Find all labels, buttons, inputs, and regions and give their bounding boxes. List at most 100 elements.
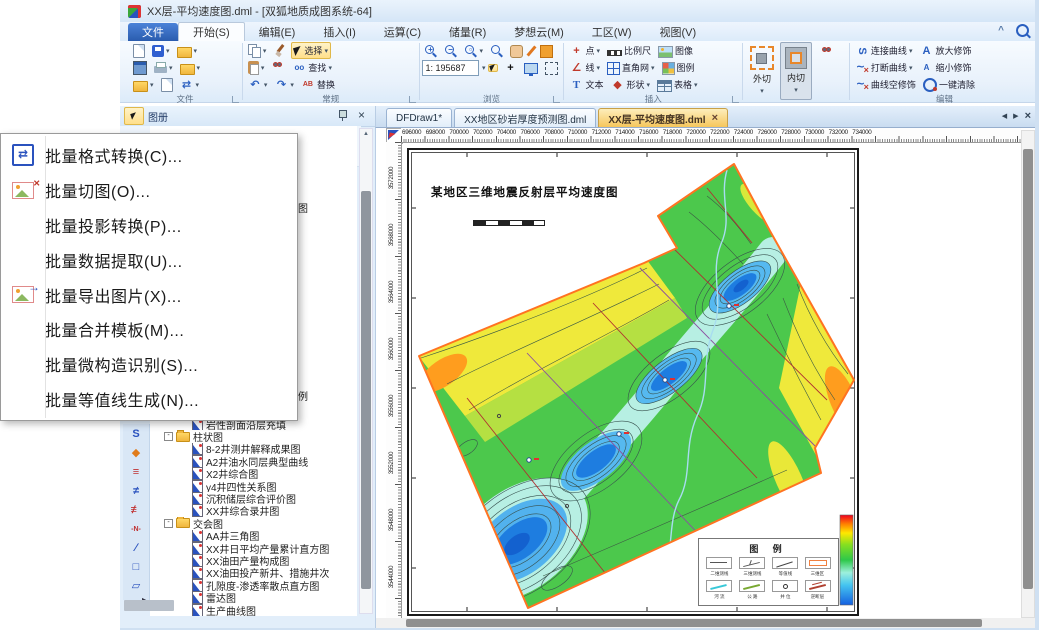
context-menu-item-7[interactable]: 批量微构造识别(S)...	[1, 347, 297, 382]
select-mode-button[interactable]	[488, 64, 498, 72]
menu-tab-5[interactable]: 储量(R)	[435, 22, 500, 42]
new-document-button[interactable]	[131, 43, 147, 59]
screen-fit-button[interactable]	[522, 60, 540, 75]
canvas-vscroll-thumb[interactable]	[1023, 149, 1033, 589]
redo-button[interactable]: ↷▾	[272, 77, 296, 93]
crosshair-button[interactable]: +	[501, 60, 519, 76]
replace-button[interactable]: AB替换	[299, 77, 337, 93]
scale-input[interactable]: 1: 195687	[422, 60, 478, 76]
tree-scroll-thumb[interactable]	[361, 191, 371, 589]
zoom-tool-icon[interactable]	[1016, 24, 1029, 37]
shrink-decor-button[interactable]: A缩小修饰	[917, 60, 973, 76]
spline-tool-icon[interactable]: S	[126, 426, 146, 443]
document-tab-2[interactable]: XX地区砂岩厚度预测图.dml	[454, 108, 596, 127]
insert-shape-button[interactable]: ◆形状▾	[608, 77, 652, 93]
menu-tab-3[interactable]: 插入(I)	[309, 22, 369, 42]
layer-table-icon[interactable]: ≡	[126, 464, 146, 481]
clip-cut-button[interactable]	[814, 42, 846, 100]
insert-scalebar-button[interactable]: 比例尺	[605, 43, 653, 58]
tree-item[interactable]: X2井综合图	[150, 468, 357, 480]
zoom-window-button[interactable]: ▫▾	[462, 43, 485, 58]
context-menu-item-6[interactable]: 批量合并模板(M)...	[1, 312, 297, 347]
menu-tab-4[interactable]: 运算(C)	[370, 22, 435, 42]
tree-folder[interactable]: -柱状图	[150, 430, 357, 442]
document-tab-1[interactable]: DFDraw1*	[386, 108, 452, 127]
select-button[interactable]: 选择▾	[291, 42, 331, 59]
collapse-icon[interactable]: -	[164, 432, 173, 441]
line-draw-icon[interactable]: ∕	[126, 540, 146, 557]
window-button[interactable]	[131, 60, 149, 76]
node-edit-icon[interactable]: ◆	[126, 445, 146, 462]
tree-item[interactable]: A2井油水同层典型曲线	[150, 455, 357, 467]
context-menu-item-8[interactable]: 批量等值线生成(N)...	[1, 382, 297, 417]
tree-item[interactable]: AA井三角图	[150, 530, 357, 542]
select-cursor-button[interactable]	[124, 107, 144, 125]
connect-curve-button[interactable]: S连接曲线▾	[853, 43, 915, 59]
dialog-launcher-icon[interactable]	[553, 96, 560, 103]
insert-image-button[interactable]: 图像	[656, 43, 695, 59]
tree-item[interactable]: y4井四性关系图	[150, 480, 357, 492]
drawing-canvas[interactable]: 6960006980007000007020007040007060007080…	[375, 128, 1039, 628]
pin-icon[interactable]	[337, 110, 347, 121]
insert-point-button[interactable]: +点▾	[567, 43, 602, 59]
enlarge-decor-button[interactable]: A放大修饰	[917, 43, 973, 59]
dialog-launcher-icon[interactable]	[232, 96, 239, 103]
tree-folder[interactable]: -交会图	[150, 517, 357, 529]
tree-vertical-scrollbar[interactable]: ▲	[359, 128, 373, 614]
pan-button[interactable]	[508, 43, 525, 59]
tab-close-icon[interactable]: ×	[712, 112, 718, 124]
zoom-prev-button[interactable]	[488, 43, 505, 58]
menu-tab-2[interactable]: 编辑(E)	[245, 22, 310, 42]
open-folder-button[interactable]: ▾	[178, 60, 203, 76]
open-button[interactable]: ▾	[131, 77, 156, 93]
tree-item[interactable]: XX井综合录井图	[150, 505, 357, 517]
context-menu-item-5[interactable]: →批量导出图片(X)...	[1, 277, 297, 312]
tab-prev-icon[interactable]: ◀	[1002, 112, 1007, 120]
copy-button[interactable]: ▾	[246, 43, 269, 58]
context-menu-item-4[interactable]: 批量数据提取(U)...	[1, 242, 297, 277]
menu-tab-7[interactable]: 工区(W)	[578, 22, 646, 42]
context-menu-item-3[interactable]: 批量投影转换(P)...	[1, 208, 297, 243]
print-button[interactable]: ▾	[152, 61, 175, 74]
clip-inner-button[interactable]: 内切 ▾	[780, 42, 812, 100]
preview-button[interactable]	[159, 77, 175, 93]
menu-tab-1[interactable]: 开始(S)	[178, 22, 245, 42]
tab-next-icon[interactable]: ▶	[1013, 112, 1018, 120]
insert-text-button[interactable]: T文本	[567, 77, 605, 93]
document-tab-3[interactable]: XX层-平均速度图.dml×	[598, 108, 728, 127]
canvas-hscroll-thumb[interactable]	[406, 619, 982, 627]
insert-legend-button[interactable]: 图例	[660, 60, 697, 76]
zoom-in-button[interactable]: +	[422, 43, 439, 58]
tree-item[interactable]: XX油田产量构成图	[150, 554, 357, 566]
one-key-clear-button[interactable]: 一键清除	[921, 76, 977, 93]
panel-horizontal-scrollbar[interactable]	[124, 600, 174, 611]
zoom-out-button[interactable]: −	[442, 43, 459, 58]
curve-decor-button[interactable]: 曲线空修饰	[853, 77, 918, 93]
context-menu-item-1[interactable]: 批量格式转换(C)...	[1, 138, 297, 173]
menu-tab-6[interactable]: 梦想云(M)	[500, 22, 578, 42]
polygon-draw-icon[interactable]: ▱	[126, 578, 146, 595]
tree-item[interactable]: XX油田投产新井、措施井次	[150, 567, 357, 579]
save-as-button[interactable]: ▾	[175, 43, 200, 59]
format-brush-button[interactable]	[271, 43, 288, 58]
insert-line-button[interactable]: ∠线▾	[567, 60, 602, 76]
find-button[interactable]: oo查找▾	[290, 60, 334, 76]
tree-item[interactable]: 孔隙度-渗透率散点直方图	[150, 579, 357, 591]
scale-caret-icon[interactable]: ▾	[482, 64, 486, 72]
line-break-icon[interactable]: ≢	[126, 502, 146, 519]
measure-button[interactable]	[528, 43, 535, 58]
rect-draw-icon[interactable]: □	[126, 559, 146, 576]
convert-button[interactable]: ⇄▾	[178, 77, 202, 93]
canvas-horizontal-scrollbar[interactable]	[376, 618, 1039, 628]
collapse-ribbon-icon[interactable]: ^	[998, 25, 1004, 36]
undo-button[interactable]: ↶▾	[246, 77, 270, 93]
context-menu-item-2[interactable]: ×批量切图(O)...	[1, 173, 297, 208]
cut-button[interactable]	[269, 60, 287, 76]
tree-item[interactable]: 雷达图	[150, 591, 357, 603]
insert-grid-button[interactable]: 直角网▾	[605, 60, 657, 76]
region-button[interactable]	[538, 43, 555, 59]
insert-table-button[interactable]: 表格▾	[655, 77, 700, 93]
marquee-button[interactable]	[543, 60, 560, 76]
tree-item[interactable]: 沉积储层综合评价图	[150, 492, 357, 504]
tab-close-all-icon[interactable]: ×	[1025, 110, 1031, 122]
